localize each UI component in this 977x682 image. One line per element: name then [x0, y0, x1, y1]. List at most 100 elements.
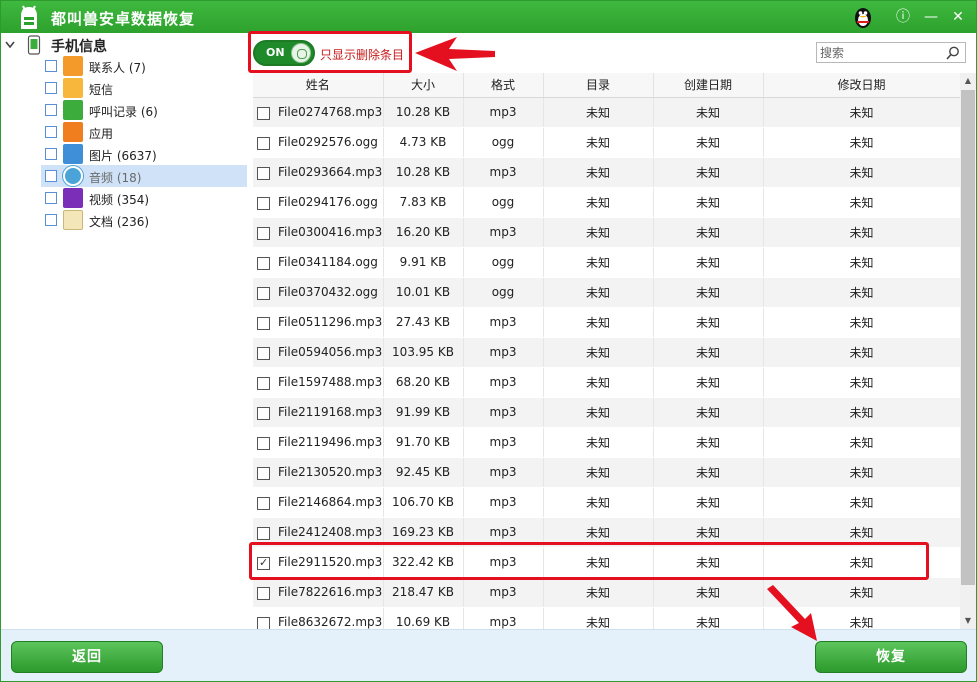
row-checkbox[interactable] — [257, 226, 270, 240]
cell-size: 218.47 KB — [383, 577, 464, 608]
table-row[interactable]: File0294176.ogg 7.83 KB ogg 未知 未知 未知 — [253, 187, 960, 218]
search-box[interactable] — [816, 42, 966, 63]
table-row[interactable]: File0511296.mp3 27.43 KB mp3 未知 未知 未知 — [253, 307, 960, 338]
cell-created: 未知 — [653, 397, 764, 428]
cell-name: File0370432.ogg — [253, 277, 384, 308]
tree-item-audio[interactable]: 音频 (18) — [41, 165, 247, 187]
row-checkbox[interactable] — [257, 316, 270, 330]
row-checkbox[interactable] — [257, 346, 270, 360]
back-button[interactable]: 返回 — [11, 641, 163, 673]
cell-created: 未知 — [653, 217, 764, 248]
tree-item-call-log[interactable]: 呼叫记录 (6) — [41, 99, 247, 121]
search-input[interactable] — [820, 45, 944, 61]
table-row[interactable]: File2146864.mp3 106.70 KB mp3 未知 未知 未知 — [253, 487, 960, 518]
tree-item-checkbox[interactable] — [45, 126, 57, 138]
title-bar: 都叫兽安卓数据恢复 ⓘ — ✕ — [1, 1, 976, 33]
cell-modified: 未知 — [763, 457, 960, 488]
cell-name: File0274768.mp3 — [253, 97, 384, 128]
row-checkbox[interactable] — [257, 616, 270, 629]
row-checkbox[interactable] — [257, 166, 270, 180]
table-row[interactable]: File0293664.mp3 10.28 KB mp3 未知 未知 未知 — [253, 157, 960, 188]
file-name: File0594056.mp3 — [278, 345, 383, 359]
qq-penguin-icon[interactable] — [851, 5, 875, 29]
cell-modified: 未知 — [763, 427, 960, 458]
close-button[interactable]: ✕ — [948, 7, 968, 27]
column-header-created[interactable]: 创建日期 — [653, 73, 764, 98]
scroll-up-arrow-icon[interactable]: ▲ — [960, 73, 976, 89]
scrollbar-thumb[interactable] — [961, 90, 975, 585]
table-row[interactable]: File1597488.mp3 68.20 KB mp3 未知 未知 未知 — [253, 367, 960, 398]
annotation-arrow-toggle — [415, 37, 495, 71]
cell-format: mp3 — [463, 307, 544, 338]
row-checkbox[interactable] — [257, 466, 270, 480]
cell-format: mp3 — [463, 367, 544, 398]
tree-item-checkbox[interactable] — [45, 104, 57, 116]
cell-name: File8632672.mp3 — [253, 607, 384, 629]
file-name: File7822616.mp3 — [278, 585, 383, 599]
table-header-row: 姓名 大小 格式 目录 创建日期 修改日期 — [253, 73, 960, 98]
chevron-down-icon[interactable] — [5, 35, 19, 55]
cell-directory: 未知 — [543, 577, 654, 608]
scroll-down-arrow-icon[interactable]: ▼ — [960, 613, 976, 629]
cell-directory: 未知 — [543, 187, 654, 218]
tree-item-apps[interactable]: 应用 — [41, 121, 247, 143]
cell-format: ogg — [463, 247, 544, 278]
table-row[interactable]: File8632672.mp3 10.69 KB mp3 未知 未知 未知 — [253, 607, 960, 629]
row-checkbox[interactable] — [257, 496, 270, 510]
recover-button[interactable]: 恢复 — [815, 641, 967, 673]
cell-directory: 未知 — [543, 307, 654, 338]
column-header-directory[interactable]: 目录 — [543, 73, 654, 98]
table-row[interactable]: File0292576.ogg 4.73 KB ogg 未知 未知 未知 — [253, 127, 960, 158]
column-header-format[interactable]: 格式 — [463, 73, 544, 98]
table-row[interactable]: File0274768.mp3 10.28 KB mp3 未知 未知 未知 — [253, 97, 960, 128]
tree-item-checkbox[interactable] — [45, 192, 57, 204]
cell-size: 91.70 KB — [383, 427, 464, 458]
table-row[interactable]: File0370432.ogg 10.01 KB ogg 未知 未知 未知 — [253, 277, 960, 308]
row-checkbox[interactable] — [257, 196, 270, 210]
row-checkbox[interactable] — [257, 286, 270, 300]
cell-name: File0292576.ogg — [253, 127, 384, 158]
tree-root-phone-info[interactable]: 手机信息 — [5, 35, 245, 55]
info-icon[interactable]: ⓘ — [893, 7, 913, 27]
column-header-size[interactable]: 大小 — [383, 73, 464, 98]
table-row[interactable]: File7822616.mp3 218.47 KB mp3 未知 未知 未知 — [253, 577, 960, 608]
tree-item-checkbox[interactable] — [45, 60, 57, 72]
minimize-button[interactable]: — — [921, 7, 941, 27]
table-row[interactable]: File2119168.mp3 91.99 KB mp3 未知 未知 未知 — [253, 397, 960, 428]
cell-modified: 未知 — [763, 337, 960, 368]
tree-item-document[interactable]: 文档 (236) — [41, 209, 247, 231]
row-checkbox[interactable] — [257, 106, 270, 120]
table-row[interactable]: File2119496.mp3 91.70 KB mp3 未知 未知 未知 — [253, 427, 960, 458]
cell-modified: 未知 — [763, 397, 960, 428]
row-checkbox[interactable] — [257, 256, 270, 270]
cell-name: File0294176.ogg — [253, 187, 384, 218]
tree-item-checkbox[interactable] — [45, 214, 57, 226]
row-checkbox[interactable] — [257, 406, 270, 420]
column-header-modified[interactable]: 修改日期 — [763, 73, 960, 98]
table-scrollbar[interactable]: ▲ ▼ — [960, 73, 976, 629]
tree-item-sms[interactable]: 短信 — [41, 77, 247, 99]
table-row[interactable]: File0300416.mp3 16.20 KB mp3 未知 未知 未知 — [253, 217, 960, 248]
cell-size: 92.45 KB — [383, 457, 464, 488]
table-row[interactable]: File0594056.mp3 103.95 KB mp3 未知 未知 未知 — [253, 337, 960, 368]
tree-item-pictures[interactable]: 图片 (6637) — [41, 143, 247, 165]
tree-item-video[interactable]: 视频 (354) — [41, 187, 247, 209]
cell-format: mp3 — [463, 157, 544, 188]
file-name: File2412408.mp3 — [278, 525, 383, 539]
row-checkbox[interactable] — [257, 376, 270, 390]
column-header-name[interactable]: 姓名 — [253, 73, 384, 98]
tree-item-checkbox[interactable] — [45, 82, 57, 94]
table-row[interactable]: File2130520.mp3 92.45 KB mp3 未知 未知 未知 — [253, 457, 960, 488]
cell-name: File0293664.mp3 — [253, 157, 384, 188]
row-checkbox[interactable] — [257, 436, 270, 450]
search-icon[interactable] — [945, 45, 961, 61]
row-checkbox[interactable] — [257, 136, 270, 150]
table-row[interactable]: File0341184.ogg 9.91 KB ogg 未知 未知 未知 — [253, 247, 960, 278]
row-checkbox[interactable] — [257, 586, 270, 600]
row-checkbox[interactable] — [257, 526, 270, 540]
tree-item-checkbox[interactable] — [45, 148, 57, 160]
tree-item-contacts[interactable]: 联系人 (7) — [41, 55, 247, 77]
cell-format: mp3 — [463, 487, 544, 518]
contacts-icon — [63, 56, 83, 76]
tree-item-checkbox[interactable] — [45, 170, 57, 182]
